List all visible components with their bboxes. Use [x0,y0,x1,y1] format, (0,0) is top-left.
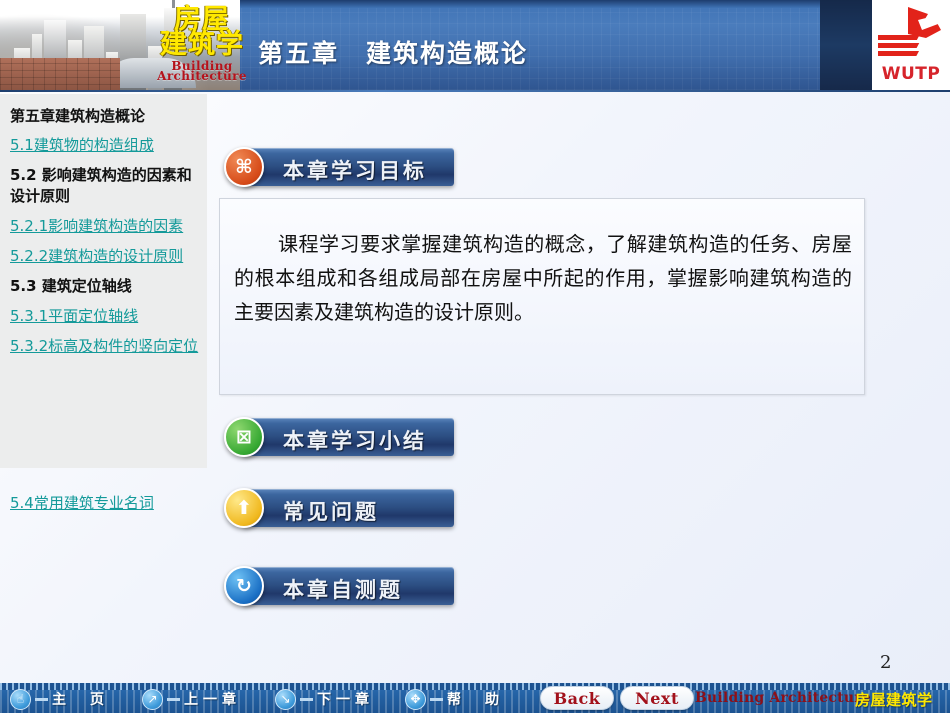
content-body-text: 课程学习要求掌握建筑构造的概念，了解建筑构造的任务、房屋的根本组成和各组成局部在… [234,232,852,324]
page-title: 第五章 建筑构造概论 [258,39,529,68]
help-move-icon: ✥ [405,688,426,710]
chart-box-icon-glyph: ⊠ [236,426,252,448]
selftest-button[interactable]: ↻ 本章自测题 [221,565,454,607]
arrow-up-icon-glyph: ⬆ [236,497,252,519]
next-button[interactable]: Next [620,686,694,710]
course-logo-en: Building Architecture [150,60,254,82]
prev-icon-glyph: ↗ [147,692,158,706]
back-button[interactable]: Back [540,686,614,710]
nav-prev-chapter-label: 上一章 [184,692,241,708]
summary-button[interactable]: ⊠ 本章学习小结 [221,416,454,458]
home-icon-glyph: ☝ [16,692,25,706]
sidebar-item-5-3: 5.3 建筑定位轴线 [10,277,132,295]
page-header: 房屋 建筑学 Building Architecture 第五章 建筑构造概论 … [0,0,950,92]
back-button-label: Back [553,688,601,708]
nav-help-label: 帮 助 [447,692,504,708]
summary-button-label: 本章学习小结 [283,428,427,453]
home-icon: ☝ [10,688,31,710]
course-logo-cn-line2: 建筑学 [160,29,244,60]
nav-home-label: 主 页 [52,692,109,708]
objectives-button-label: 本章学习目标 [283,158,427,183]
nav-dash [300,697,313,701]
publisher-logo: WUTP [872,0,950,90]
sidebar-outline: 第五章建筑构造概论 5.1建筑物的构造组成 5.2 影响建筑构造的因素和设计原则… [0,94,207,468]
prev-icon: ↗ [142,688,163,710]
nav-dash [430,697,443,701]
nav-home[interactable]: ☝ 主 页 [10,687,109,711]
sidebar-item-5-2-2[interactable]: 5.2.2建筑构造的设计原则 [10,246,199,267]
sidebar-item-5-3-2[interactable]: 5.3.2标高及构件的竖向定位 [10,336,199,357]
page-number: 2 [880,652,892,673]
help-move-icon-glyph: ✥ [410,692,421,706]
command-icon-glyph: ⌘ [235,156,253,178]
header-dark-band [820,0,872,90]
command-icon: ⌘ [224,147,264,187]
sidebar-heading: 第五章建筑构造概论 [10,107,146,125]
wutp-logo-icon [878,7,941,56]
next-icon-glyph: ↘ [280,692,291,706]
publisher-abbr: WUTP [881,64,941,84]
arrow-up-icon: ⬆ [224,488,264,528]
footer-brand-en: Building Architecture [695,690,871,706]
course-logo-cn: 房屋 建筑学 [150,6,254,58]
nav-next-chapter[interactable]: ↘ 下一章 [275,687,374,711]
course-logo-en-line2: Architecture [157,69,247,83]
chart-box-icon: ⊠ [224,417,264,457]
header-underline [0,90,950,92]
nav-help[interactable]: ✥ 帮 助 [405,687,504,711]
sidebar-item-5-4[interactable]: 5.4常用建筑专业名词 [10,493,154,514]
nav-prev-chapter[interactable]: ↗ 上一章 [142,687,241,711]
footer-brand-cn: 房屋建筑学 [855,691,933,709]
objectives-button[interactable]: ⌘ 本章学习目标 [221,146,454,188]
next-icon: ↘ [275,688,296,710]
faq-button[interactable]: ⬆ 常见问题 [221,487,454,529]
nav-next-chapter-label: 下一章 [317,692,374,708]
selftest-button-label: 本章自测题 [283,577,403,602]
sidebar-item-5-2: 5.2 影响建筑构造的因素和设计原则 [10,166,192,205]
nav-dash [35,697,48,701]
content-panel: 课程学习要求掌握建筑构造的概念，了解建筑构造的任务、房屋的根本组成和各组成局部在… [219,198,865,395]
sidebar-item-5-2-1[interactable]: 5.2.1影响建筑构造的因素 [10,216,199,237]
course-logo: 房屋 建筑学 Building Architecture [150,6,254,88]
refresh-icon-glyph: ↻ [236,575,252,597]
nav-dash [167,697,180,701]
faq-button-label: 常见问题 [283,499,379,524]
refresh-icon: ↻ [224,566,264,606]
next-button-label: Next [635,688,679,708]
footer-nav-bar: ☝ 主 页 ↗ 上一章 ↘ 下一章 ✥ 帮 助 Back Next Buildi… [0,683,950,713]
sidebar-item-5-3-1[interactable]: 5.3.1平面定位轴线 [10,306,199,327]
sidebar-item-5-1[interactable]: 5.1建筑物的构造组成 [10,135,199,156]
